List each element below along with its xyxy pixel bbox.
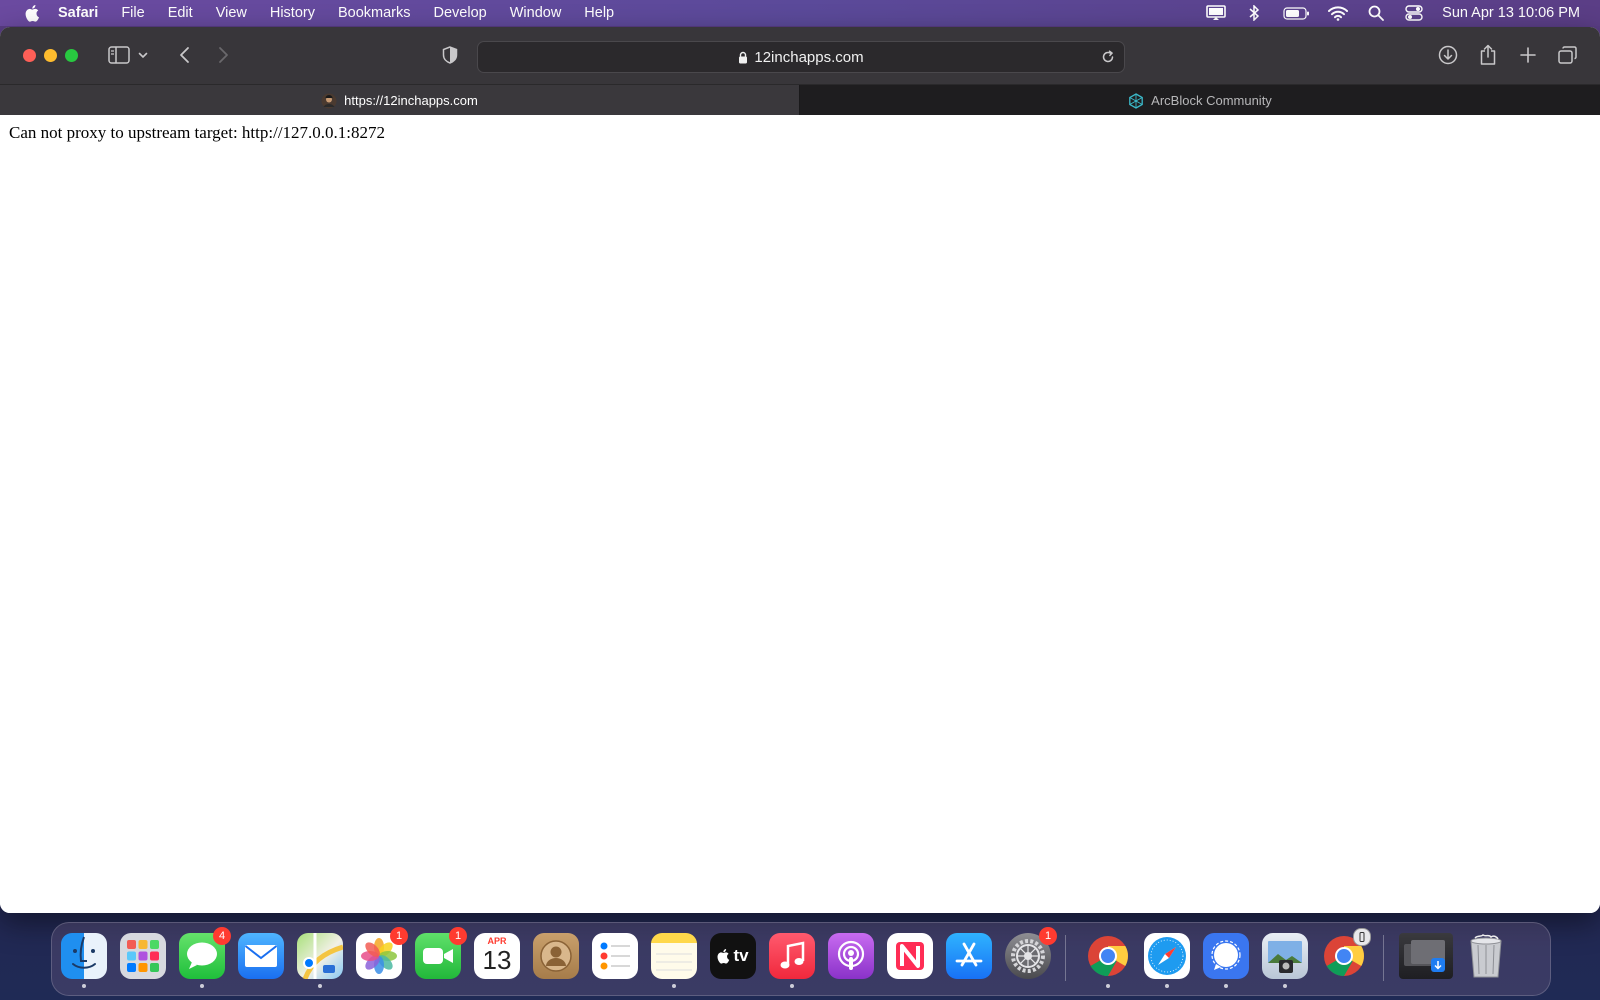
- finder-icon[interactable]: [61, 933, 107, 988]
- arcblock-favicon: [1128, 92, 1144, 109]
- chrome-icon[interactable]: [1085, 933, 1131, 988]
- contacts-icon[interactable]: [533, 933, 579, 979]
- trash-icon[interactable]: [1463, 933, 1509, 979]
- back-icon[interactable]: [172, 42, 198, 68]
- signal-icon[interactable]: [1203, 933, 1249, 988]
- menu-develop[interactable]: Develop: [434, 5, 487, 21]
- running-indicator: [200, 984, 204, 988]
- running-indicator: [1106, 984, 1110, 988]
- podcasts-icon[interactable]: [828, 933, 874, 979]
- running-indicator: [1283, 984, 1287, 988]
- mail-icon[interactable]: [238, 933, 284, 979]
- minimize-window-button[interactable]: [44, 49, 57, 62]
- safari-toolbar: 12inchapps.com: [0, 27, 1600, 84]
- menu-bar: Safari File Edit View History Bookmarks …: [0, 0, 1600, 26]
- messages-icon[interactable]: 4: [179, 927, 231, 988]
- calendar-day: 13: [482, 945, 512, 975]
- facetime-icon[interactable]: 1: [415, 927, 467, 979]
- tab-overview-icon[interactable]: [1555, 42, 1581, 68]
- reminders-icon[interactable]: [592, 933, 638, 979]
- running-indicator: [790, 984, 794, 988]
- wifi-icon[interactable]: [1328, 4, 1349, 22]
- tab-label: https://12inchapps.com: [344, 93, 478, 108]
- safari-icon[interactable]: [1144, 933, 1190, 988]
- running-indicator: [1165, 984, 1169, 988]
- reload-icon[interactable]: [1098, 47, 1118, 67]
- sidebar-icon[interactable]: [106, 42, 132, 68]
- system-preferences-icon[interactable]: 1: [1005, 927, 1057, 979]
- battery-icon[interactable]: [1282, 4, 1310, 22]
- running-indicator: [82, 984, 86, 988]
- privacy-shield-icon[interactable]: [437, 42, 463, 68]
- tab-arcblock-community[interactable]: ArcBlock Community: [800, 85, 1600, 116]
- notification-badge: 1: [390, 927, 408, 945]
- notification-badge: 1: [449, 927, 467, 945]
- menu-view[interactable]: View: [216, 5, 247, 21]
- menu-history[interactable]: History: [270, 5, 315, 21]
- menu-help[interactable]: Help: [584, 5, 614, 21]
- notification-badge: 4: [213, 927, 231, 945]
- notification-badge: 1: [1039, 927, 1057, 945]
- chrome-beta-icon[interactable]: [1321, 928, 1371, 979]
- menu-safari[interactable]: Safari: [58, 5, 98, 21]
- bluetooth-icon[interactable]: [1244, 4, 1264, 22]
- share-icon[interactable]: [1475, 42, 1501, 68]
- menu-bookmarks[interactable]: Bookmarks: [338, 5, 411, 21]
- safari-window: 12inchapps.com https://12inchapps.com Ar…: [0, 27, 1600, 913]
- dock: 4 1 1 APR 13 tv 1: [51, 922, 1551, 996]
- launchpad-icon[interactable]: [120, 933, 166, 979]
- tv-icon[interactable]: tv: [710, 933, 756, 979]
- close-window-button[interactable]: [23, 49, 36, 62]
- dock-separator: [1065, 935, 1066, 981]
- display-icon[interactable]: [1206, 4, 1226, 22]
- avatar-favicon: [321, 93, 337, 109]
- tab-bar: https://12inchapps.com ArcBlock Communit…: [0, 84, 1600, 116]
- running-indicator: [1224, 984, 1228, 988]
- menu-file[interactable]: File: [121, 5, 144, 21]
- dock-separator: [1383, 935, 1384, 981]
- music-icon[interactable]: [769, 933, 815, 988]
- tab-12inchapps[interactable]: https://12inchapps.com: [0, 85, 800, 116]
- photos-icon[interactable]: 1: [356, 927, 408, 979]
- running-indicator: [318, 984, 322, 988]
- address-bar-url: 12inchapps.com: [754, 48, 864, 66]
- menu-window[interactable]: Window: [510, 5, 562, 21]
- apple-logo-icon[interactable]: [22, 2, 44, 24]
- chevron-down-icon[interactable]: [135, 42, 151, 68]
- search-icon[interactable]: [1366, 4, 1386, 22]
- proxy-error-message: Can not proxy to upstream target: http:/…: [9, 123, 386, 142]
- download-icon[interactable]: [1435, 42, 1461, 68]
- zoom-window-button[interactable]: [65, 49, 78, 62]
- running-indicator: [672, 984, 676, 988]
- control-center-icon[interactable]: [1404, 4, 1424, 22]
- calendar-icon[interactable]: APR 13: [474, 933, 520, 979]
- tv-label: tv: [733, 946, 749, 965]
- notes-icon[interactable]: [651, 933, 697, 988]
- menu-edit[interactable]: Edit: [168, 5, 193, 21]
- new-tab-icon[interactable]: [1515, 42, 1541, 68]
- maps-icon[interactable]: [297, 933, 343, 988]
- downloads-stack-icon[interactable]: [1399, 933, 1453, 979]
- tab-label: ArcBlock Community: [1151, 93, 1272, 108]
- lock-icon: [738, 51, 748, 64]
- news-icon[interactable]: [887, 933, 933, 979]
- address-bar[interactable]: 12inchapps.com: [477, 41, 1125, 73]
- page-content: Can not proxy to upstream target: http:/…: [0, 115, 1600, 913]
- preview-icon[interactable]: [1262, 933, 1308, 988]
- forward-icon[interactable]: [210, 42, 236, 68]
- app-status-icon: [1353, 928, 1371, 946]
- menu-bar-clock[interactable]: Sun Apr 13 10:06 PM: [1442, 5, 1580, 21]
- app-store-icon[interactable]: [946, 933, 992, 979]
